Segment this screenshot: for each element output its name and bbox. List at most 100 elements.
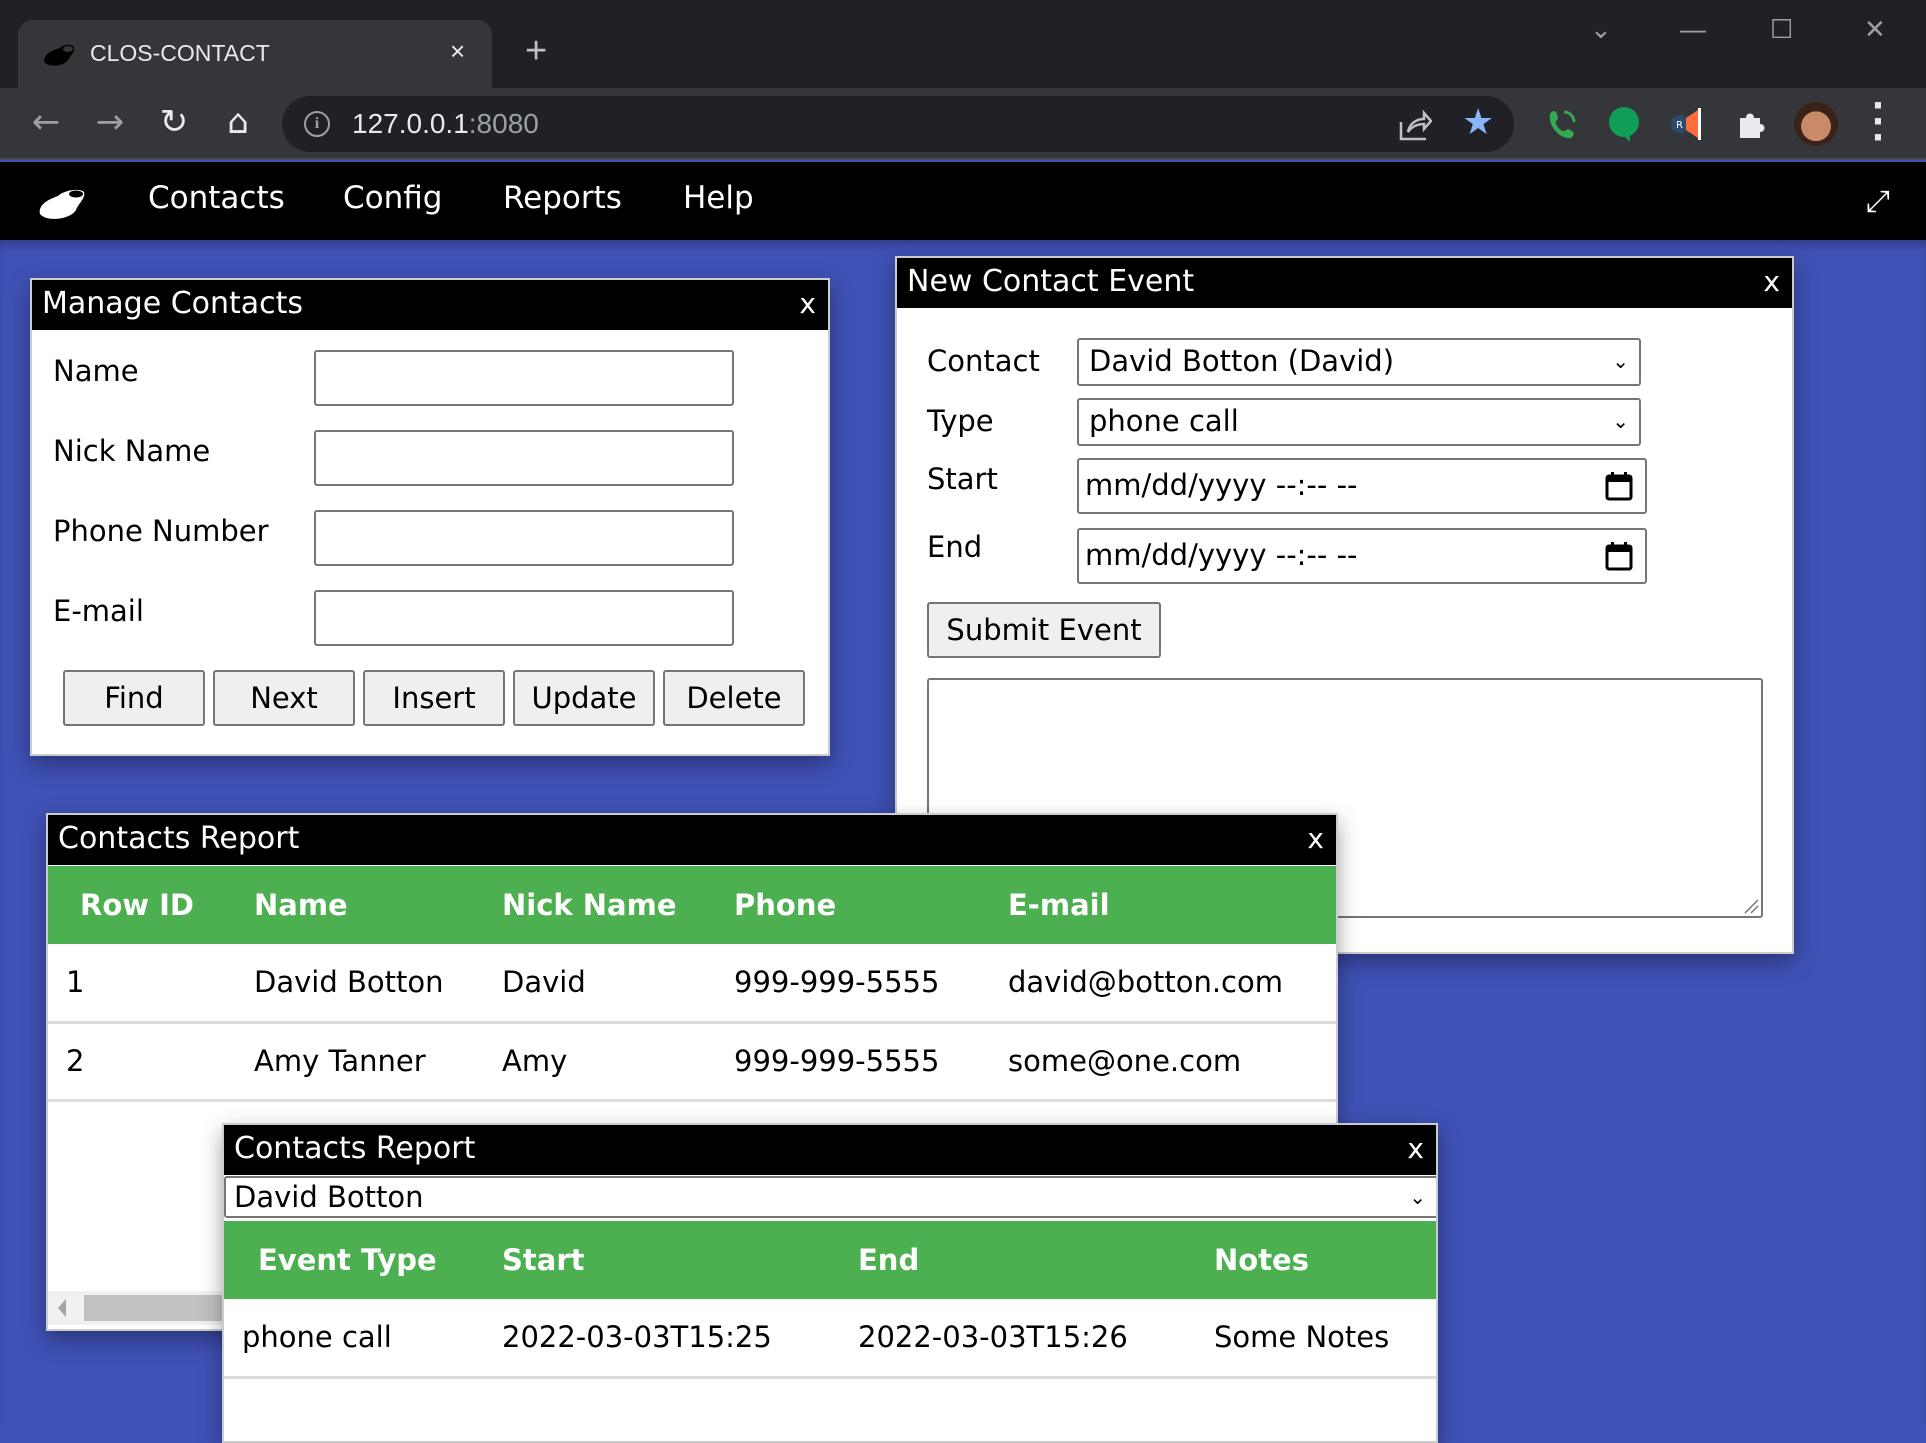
name-input[interactable] [314, 350, 734, 406]
column-header-start[interactable]: Start [502, 1221, 858, 1299]
phone-number-input[interactable] [314, 510, 734, 566]
column-header-name[interactable]: Name [254, 866, 502, 944]
table-row[interactable]: 1 David Botton David 999-999-5555 david@… [48, 944, 1336, 1024]
back-icon[interactable]: ← [26, 102, 66, 142]
cell-name: Amy Tanner [254, 1022, 502, 1102]
site-info-icon[interactable]: i [304, 111, 330, 137]
column-header-end[interactable]: End [858, 1221, 1214, 1299]
browser-menu-icon[interactable]: · · · [1868, 89, 1888, 155]
nick-name-label: Nick Name [53, 434, 211, 468]
cell-nick-name: Amy [502, 1022, 734, 1102]
browser-toolbar: ← → ↻ ⌂ i 127.0.0.1:8080 ★ R · · · [0, 88, 1926, 160]
calendar-icon[interactable] [1605, 471, 1633, 501]
type-select[interactable]: phone call ⌄ [1077, 398, 1641, 446]
menu-config[interactable]: Config [343, 180, 442, 216]
table-header-row: Row ID Name Nick Name Phone E-mail [48, 866, 1336, 944]
cell-email: david@botton.com [1008, 944, 1336, 1024]
end-datetime-input[interactable]: mm/dd/yyyy --:-- -- [1077, 528, 1647, 584]
cell-name: David Botton [254, 944, 502, 1024]
panel-title-bar[interactable]: Manage Contacts x [32, 280, 828, 330]
forward-icon[interactable]: → [90, 102, 130, 142]
table-row[interactable]: 2 Amy Tanner Amy 999-999-5555 some@one.c… [48, 1022, 1336, 1102]
delete-button[interactable]: Delete [663, 670, 805, 726]
column-header-event-type[interactable]: Event Type [224, 1221, 502, 1299]
tab-title: CLOS-CONTACT [90, 40, 270, 66]
start-datetime-input[interactable]: mm/dd/yyyy --:-- -- [1077, 458, 1647, 514]
profile-avatar[interactable] [1794, 102, 1838, 146]
find-button[interactable]: Find [63, 670, 205, 726]
maximize-icon[interactable]: ☐ [1770, 14, 1793, 45]
panel-title-bar[interactable]: Contacts Report x [224, 1125, 1436, 1175]
phone-extension-icon[interactable] [1542, 104, 1582, 144]
reload-icon[interactable]: ↻ [154, 102, 194, 142]
menu-contacts[interactable]: Contacts [148, 180, 285, 216]
email-label: E-mail [53, 594, 144, 628]
resize-grip-icon[interactable] [1743, 898, 1759, 914]
chevron-down-icon: ⌄ [1612, 349, 1629, 373]
cell-notes: Some Notes [1214, 1299, 1436, 1379]
contact-select[interactable]: David Botton (David) ⌄ [1077, 338, 1641, 386]
close-icon[interactable]: x [1407, 1125, 1424, 1173]
panel-title-bar[interactable]: Contacts Report x [48, 815, 1336, 865]
menu-reports[interactable]: Reports [503, 180, 622, 216]
bookmark-star-icon[interactable]: ★ [1462, 102, 1494, 143]
close-icon[interactable]: x [1763, 258, 1780, 306]
chevron-down-icon: ⌄ [1409, 1185, 1426, 1209]
menu-help[interactable]: Help [683, 180, 754, 216]
window-close-icon[interactable]: ✕ [1864, 14, 1886, 45]
column-header-email[interactable]: E-mail [1008, 866, 1336, 944]
cell-phone: 999-999-5555 [734, 1022, 1008, 1102]
address-bar[interactable]: i 127.0.0.1:8080 ★ [282, 96, 1514, 152]
contacts-table: Row ID Name Nick Name Phone E-mail 1 Dav… [48, 866, 1336, 1102]
manage-contacts-panel: Manage Contacts x Name Nick Name Phone N… [30, 278, 830, 756]
table-header-row: Event Type Start End Notes [224, 1221, 1436, 1299]
calendar-icon[interactable] [1605, 541, 1633, 571]
cell-row-id: 1 [48, 944, 254, 1024]
start-label: Start [927, 462, 998, 496]
home-icon[interactable]: ⌂ [218, 102, 258, 142]
panel-title: Contacts Report [234, 1131, 476, 1166]
hangouts-icon[interactable] [1604, 104, 1644, 144]
svg-text:R: R [1676, 120, 1683, 131]
cell-nick-name: David [502, 944, 734, 1024]
column-header-nick-name[interactable]: Nick Name [502, 866, 734, 944]
panel-title-bar[interactable]: New Contact Event x [897, 258, 1792, 308]
email-input[interactable] [314, 590, 734, 646]
browser-tab[interactable]: CLOS-CONTACT × [18, 20, 492, 88]
events-table: Event Type Start End Notes phone call 20… [224, 1221, 1436, 1379]
column-header-row-id[interactable]: Row ID [48, 866, 254, 944]
minimize-icon[interactable]: — [1680, 14, 1706, 45]
close-icon[interactable]: x [1307, 815, 1324, 863]
update-button[interactable]: Update [513, 670, 655, 726]
chevron-down-icon: ⌄ [1612, 409, 1629, 433]
browser-titlebar: CLOS-CONTACT × + ⌄ — ☐ ✕ [0, 0, 1926, 88]
type-label: Type [927, 404, 994, 438]
fullscreen-icon[interactable]: ⤢ [1866, 184, 1890, 219]
nick-name-input[interactable] [314, 430, 734, 486]
cell-end: 2022-03-03T15:26 [858, 1299, 1214, 1379]
events-report-panel: Contacts Report x David Botton ⌄ Event T… [222, 1123, 1438, 1443]
app-navbar: Contacts Config Reports Help ⤢ [0, 162, 1926, 240]
cell-row-id: 2 [48, 1022, 254, 1102]
share-icon[interactable] [1398, 108, 1432, 142]
panel-title: New Contact Event [907, 264, 1195, 299]
tab-close-icon[interactable]: × [450, 36, 465, 67]
scroll-left-icon[interactable] [58, 1299, 66, 1317]
column-header-notes[interactable]: Notes [1214, 1221, 1436, 1299]
tab-search-icon[interactable]: ⌄ [1590, 14, 1612, 45]
cell-event-type: phone call [224, 1299, 502, 1379]
clog-logo-icon[interactable] [36, 184, 92, 224]
extensions-puzzle-icon[interactable] [1732, 104, 1772, 144]
column-header-phone[interactable]: Phone [734, 866, 1008, 944]
insert-button[interactable]: Insert [363, 670, 505, 726]
contact-label: Contact [927, 344, 1040, 378]
submit-event-button[interactable]: Submit Event [927, 602, 1161, 658]
announcement-extension-icon[interactable]: R [1668, 104, 1708, 144]
new-tab-button[interactable]: + [525, 32, 547, 70]
contact-filter-select[interactable]: David Botton ⌄ [224, 1176, 1436, 1218]
panel-title: Contacts Report [58, 821, 300, 856]
close-icon[interactable]: x [799, 280, 816, 328]
url-text[interactable]: 127.0.0.1:8080 [352, 108, 539, 140]
next-button[interactable]: Next [213, 670, 355, 726]
table-row[interactable]: phone call 2022-03-03T15:25 2022-03-03T1… [224, 1299, 1436, 1379]
